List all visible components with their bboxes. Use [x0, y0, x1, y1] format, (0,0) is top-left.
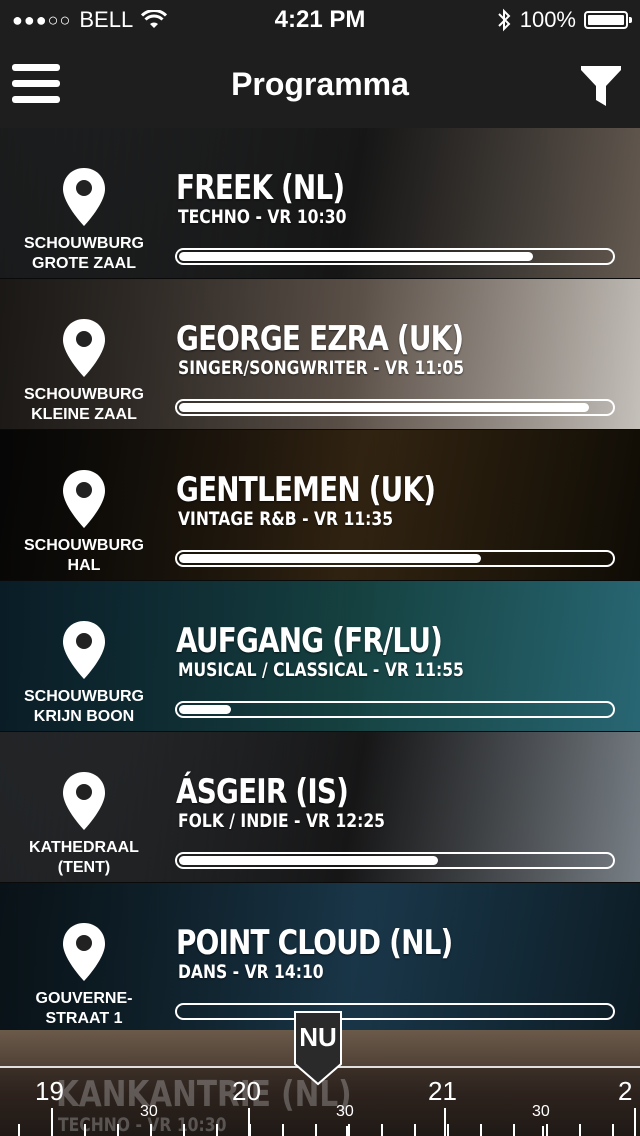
- location-pin-icon: [63, 772, 105, 830]
- minor-tick: [513, 1124, 515, 1136]
- half-hour-tick: [542, 1126, 544, 1136]
- minor-tick: [546, 1124, 548, 1136]
- program-row[interactable]: SCHOUWBURG KLEINE ZAAL GEORGE EZRA (UK) …: [0, 279, 640, 430]
- now-label: NU: [299, 1022, 337, 1052]
- progress-fill: [179, 554, 482, 563]
- minor-tick: [447, 1124, 449, 1136]
- venue-block: SCHOUWBURG KLEINE ZAAL: [0, 279, 168, 429]
- minor-tick: [216, 1124, 218, 1136]
- nav-bar: Programma: [0, 40, 640, 128]
- minor-tick: [150, 1124, 152, 1136]
- minor-tick: [579, 1124, 581, 1136]
- hour-tick: [634, 1108, 636, 1136]
- filter-button[interactable]: [580, 64, 622, 108]
- genre-time: MUSICAL / CLASSICAL - VR 11:55: [178, 659, 464, 681]
- progress-bar: [175, 1003, 615, 1020]
- minor-tick: [282, 1124, 284, 1136]
- half-hour-label: 30: [140, 1103, 158, 1120]
- progress-fill: [179, 403, 590, 412]
- progress-fill: [179, 705, 231, 714]
- minor-tick: [348, 1124, 350, 1136]
- genre-time: VINTAGE R&B - VR 11:35: [178, 508, 394, 530]
- minor-tick: [51, 1124, 53, 1136]
- artist-name: ÁSGEIR (IS): [176, 772, 349, 812]
- location-pin-icon: [63, 923, 105, 981]
- progress-fill: [179, 252, 534, 261]
- program-row[interactable]: SCHOUWBURG HAL GENTLEMEN (UK) VINTAGE R&…: [0, 430, 640, 581]
- progress-bar: [175, 701, 615, 718]
- genre-time: SINGER/SONGWRITER - VR 11:05: [178, 357, 465, 379]
- program-row[interactable]: SCHOUWBURG GROTE ZAAL FREEK (NL) TECHNO …: [0, 128, 640, 279]
- artist-name: FREEK (NL): [176, 168, 345, 208]
- half-hour-label: 30: [532, 1103, 550, 1120]
- venue-block: SCHOUWBURG GROTE ZAAL: [0, 128, 168, 278]
- location-pin-icon: [63, 319, 105, 377]
- minor-tick: [612, 1124, 614, 1136]
- program-row[interactable]: KATHEDRAAL (TENT) ÁSGEIR (IS) FOLK / IND…: [0, 732, 640, 883]
- hour-tick: [444, 1108, 446, 1136]
- venue-name: GOUVERNE- STRAAT 1: [35, 990, 133, 1027]
- genre-time: DANS - VR 14:10: [178, 961, 324, 983]
- battery-percent: 100%: [519, 7, 576, 32]
- artist-name: GEORGE EZRA (UK): [176, 319, 464, 359]
- venue-block: SCHOUWBURG HAL: [0, 430, 168, 580]
- venue-name: SCHOUWBURG HAL: [24, 537, 144, 574]
- minor-tick: [18, 1124, 20, 1136]
- program-list: SCHOUWBURG GROTE ZAAL FREEK (NL) TECHNO …: [0, 128, 640, 1034]
- venue-block: SCHOUWBURG KRIJN BOON: [0, 581, 168, 731]
- filter-icon: [581, 66, 621, 106]
- progress-bar: [175, 248, 615, 265]
- minor-tick: [249, 1124, 251, 1136]
- hour-label: 2: [618, 1076, 633, 1106]
- venue-name: SCHOUWBURG KLEINE ZAAL: [24, 386, 144, 423]
- progress-bar: [175, 550, 615, 567]
- venue-name: KATHEDRAAL (TENT): [29, 839, 139, 876]
- minor-tick: [315, 1124, 317, 1136]
- venue-block: GOUVERNE- STRAAT 1: [0, 883, 168, 1033]
- minor-tick: [381, 1124, 383, 1136]
- progress-fill: [179, 856, 439, 865]
- progress-bar: [175, 399, 615, 416]
- venue-name: SCHOUWBURG KRIJN BOON: [24, 688, 144, 725]
- artist-name: POINT CLOUD (NL): [176, 923, 453, 963]
- genre-time: TECHNO - VR 10:30: [178, 206, 347, 228]
- page-title: Programma: [231, 66, 409, 102]
- genre-time: FOLK / INDIE - VR 12:25: [178, 810, 386, 832]
- artist-name: AUFGANG (FR/LU): [176, 621, 443, 661]
- minor-tick: [414, 1124, 416, 1136]
- hour-label: 19: [35, 1076, 64, 1106]
- artist-name: GENTLEMEN (UK): [176, 470, 436, 510]
- minor-tick: [183, 1124, 185, 1136]
- location-pin-icon: [63, 621, 105, 679]
- now-marker[interactable]: NU: [291, 1010, 345, 1086]
- half-hour-label: 30: [336, 1103, 354, 1120]
- minor-tick: [84, 1124, 86, 1136]
- battery-icon: [584, 11, 632, 29]
- location-pin-icon: [63, 168, 105, 226]
- venue-block: KATHEDRAAL (TENT): [0, 732, 168, 882]
- status-bar: ●●●○○ BELL 4:21 PM 100%: [0, 0, 640, 40]
- minor-tick: [117, 1124, 119, 1136]
- program-row[interactable]: SCHOUWBURG KRIJN BOON AUFGANG (FR/LU) MU…: [0, 581, 640, 732]
- hour-label: 20: [232, 1076, 261, 1106]
- progress-bar: [175, 852, 615, 869]
- venue-name: SCHOUWBURG GROTE ZAAL: [24, 235, 144, 272]
- minor-tick: [480, 1124, 482, 1136]
- hour-label: 21: [428, 1076, 457, 1106]
- bluetooth-icon: [498, 8, 511, 32]
- location-pin-icon: [63, 470, 105, 528]
